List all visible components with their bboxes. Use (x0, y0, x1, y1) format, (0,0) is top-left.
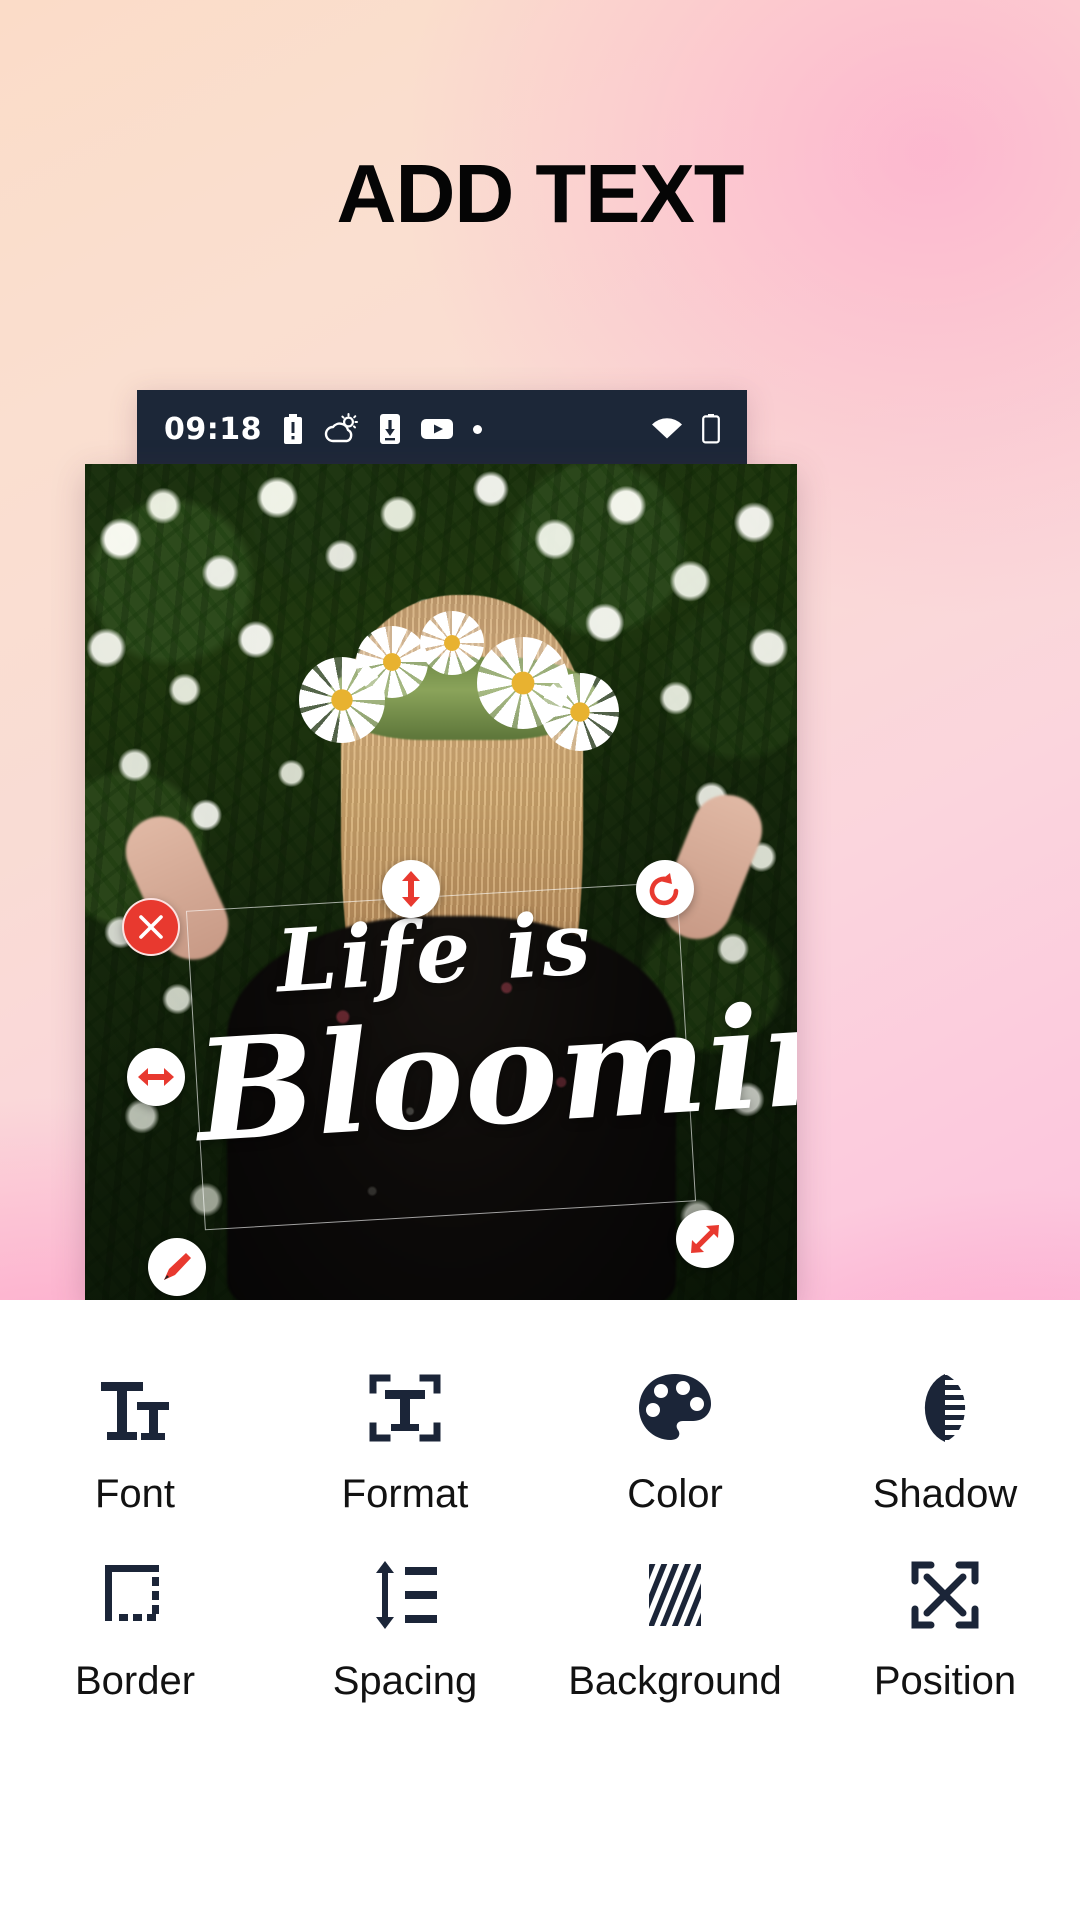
tool-background[interactable]: Background (540, 1523, 810, 1710)
battery-icon (702, 414, 720, 444)
download-to-phone-icon (380, 414, 400, 444)
page-title: ADD TEXT (336, 147, 745, 240)
youtube-icon (421, 419, 453, 439)
daisy-flower (355, 626, 428, 699)
toolbar-row-2: Border Spacing Background Position (0, 1523, 1080, 1710)
text-format-icon (361, 1362, 449, 1454)
close-x-icon (139, 915, 163, 939)
font-size-icon (91, 1362, 179, 1454)
tool-label: Border (74, 1659, 196, 1703)
arrows-diagonal-icon (691, 1225, 719, 1253)
status-bar: 09:18 (137, 390, 747, 468)
shadow-icon (901, 1362, 989, 1454)
status-bar-left: 09:18 (137, 412, 482, 447)
rotate-ccw-icon (649, 873, 679, 906)
tool-font[interactable]: Font (0, 1336, 270, 1523)
edit-handle[interactable] (148, 1238, 206, 1296)
tool-format[interactable]: Format (270, 1336, 540, 1523)
battery-alert-icon (284, 414, 302, 444)
tool-label: Spacing (332, 1659, 478, 1703)
text-tools-toolbar: Font Format Color Shadow Border Spacing … (0, 1300, 1080, 1920)
daisy-flower (419, 610, 484, 675)
tool-label: Color (627, 1472, 723, 1516)
tool-border[interactable]: Border (0, 1523, 270, 1710)
weather-partly-cloudy-icon (324, 413, 358, 443)
tool-label: Position (873, 1659, 1017, 1703)
toolbar-row-1: Font Format Color Shadow (0, 1336, 1080, 1523)
wifi-icon (652, 418, 682, 439)
photo-editor-canvas[interactable]: Life is Blooming (85, 464, 797, 1300)
pencil-icon (164, 1253, 191, 1280)
resize-horizontal-handle[interactable] (127, 1048, 185, 1106)
arrows-vertical-icon (402, 871, 420, 907)
color-palette-icon (631, 1362, 719, 1454)
line-spacing-icon (361, 1549, 449, 1641)
more-dot-icon (473, 424, 482, 434)
status-bar-right (650, 414, 747, 444)
tool-label: Font (94, 1472, 176, 1516)
border-icon (91, 1549, 179, 1641)
status-clock: 09:18 (164, 411, 262, 447)
tool-spacing[interactable]: Spacing (270, 1523, 540, 1710)
hatch-background-icon (631, 1549, 719, 1641)
tool-shadow[interactable]: Shadow (810, 1336, 1080, 1523)
tool-color[interactable]: Color (540, 1336, 810, 1523)
resize-diagonal-handle[interactable] (676, 1210, 734, 1268)
expand-arrows-icon (901, 1549, 989, 1641)
arrows-horizontal-icon (138, 1068, 174, 1086)
tool-label: Background (568, 1659, 782, 1703)
tool-label: Format (341, 1472, 469, 1516)
move-vertical-handle[interactable] (382, 860, 440, 918)
daisy-flower (540, 672, 619, 751)
delete-handle[interactable] (122, 898, 180, 956)
overlay-text-line2[interactable]: Blooming (192, 965, 797, 1174)
text-selection-frame[interactable]: Life is Blooming (185, 881, 797, 1231)
tool-label: Shadow (872, 1472, 1018, 1516)
tool-position[interactable]: Position (810, 1523, 1080, 1710)
rotate-handle[interactable] (636, 860, 694, 918)
